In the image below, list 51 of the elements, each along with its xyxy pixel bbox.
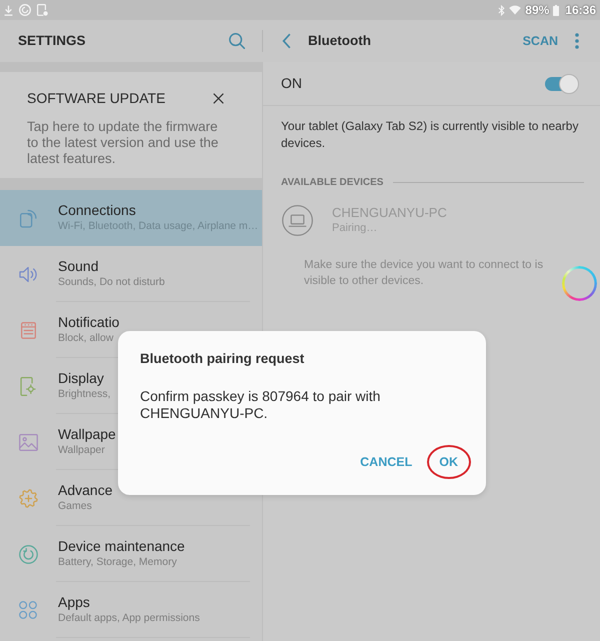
menu-item-subtitle: Games (58, 499, 92, 513)
update-text: Tap here to update the firmware to the latest version and use the latest features. (27, 119, 220, 167)
download-icon (4, 4, 13, 16)
menu-item-title: Connections (58, 202, 136, 219)
hint-text: Make sure the device you want to connect to is visible to other devices. (304, 258, 544, 289)
speaker-icon (18, 266, 38, 282)
menu-item-title: Wallpape (58, 426, 116, 443)
more-options-icon[interactable] (575, 33, 579, 49)
bluetooth-title: Bluetooth (308, 32, 371, 50)
list-card-icon (20, 322, 36, 338)
battery-percentage: 89% (525, 3, 550, 17)
bluetooth-icon (498, 4, 506, 16)
laptop-icon (282, 205, 313, 236)
switch-label: ON (281, 75, 302, 92)
menu-item-title: Notificatio (58, 314, 120, 331)
menu-item-subtitle: Sounds, Do not disturb (58, 275, 165, 289)
refresh-ring-icon (18, 544, 38, 564)
section-label: AVAILABLE DEVICES (281, 176, 384, 189)
screen-gear-icon (20, 376, 36, 396)
menu-item-title: Advance (58, 482, 112, 499)
image-icon (18, 434, 38, 450)
update-title: SOFTWARE UPDATE (27, 89, 166, 107)
menu-item[interactable]: Device maintenance Battery, Storage, Memory (0, 526, 262, 582)
menu-item-title: Device maintenance (58, 538, 185, 555)
menu-item-title: Apps (58, 594, 90, 611)
menu-item-title: Sound (58, 258, 98, 275)
menu-item-subtitle: Block, allow (58, 331, 114, 345)
gear-plus-icon (18, 488, 38, 508)
dialog-message: Confirm passkey is 807964 to pair with CHENGUANYU-PC. (140, 388, 382, 422)
tablet-signal-icon (20, 208, 36, 228)
menu-item-subtitle: Brightness, (58, 387, 111, 401)
wifi-icon (509, 5, 522, 15)
update-card[interactable]: SOFTWARE UPDATE Tap here to update the firmware to the latest version and use the latest features. (0, 72, 262, 178)
close-icon[interactable] (213, 92, 224, 104)
menu-item[interactable]: Apps Default apps, App permissions (0, 582, 262, 638)
circle-grid-icon (19, 601, 37, 619)
document-badge-icon (37, 4, 48, 16)
toggle-switch[interactable] (545, 74, 579, 94)
menu-item-subtitle: Default apps, App permissions (58, 611, 200, 625)
visibility-text: Your tablet (Galaxy Tab S2) is currently visible to nearby devices. (280, 118, 580, 152)
search-icon[interactable] (229, 33, 245, 49)
menu-item-subtitle: Wallpaper (58, 443, 105, 457)
menu-item-title: Display (58, 370, 104, 387)
menu-item[interactable]: Sound Sounds, Do not disturb (0, 246, 262, 302)
clock-time: 16:36 (565, 3, 596, 17)
menu-item-subtitle: Battery, Storage, Memory (58, 555, 177, 569)
ring-dot-icon (19, 4, 31, 16)
dialog-title: Bluetooth pairing request (140, 351, 306, 367)
battery-icon (553, 4, 560, 16)
back-icon[interactable] (282, 33, 291, 49)
settings-title: SETTINGS (18, 32, 86, 50)
